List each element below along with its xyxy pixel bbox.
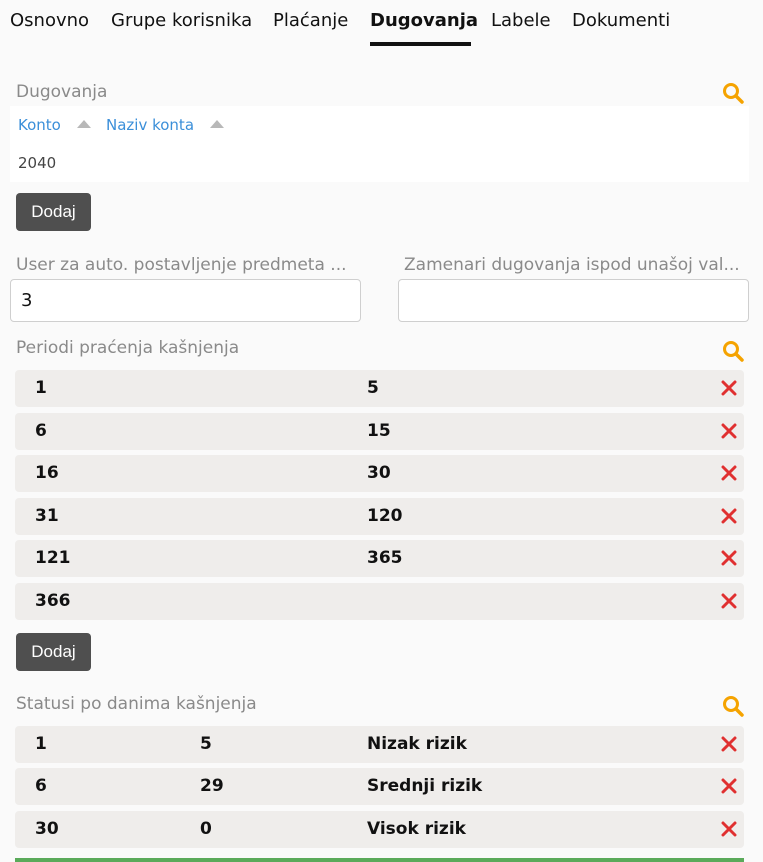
period-to: 15	[367, 421, 391, 441]
close-icon[interactable]	[721, 465, 737, 481]
period-to: 120	[367, 506, 403, 526]
tab-placanje[interactable]: Plaćanje	[273, 10, 348, 31]
sort-up-icon[interactable]	[210, 120, 224, 128]
tab-bar: Osnovno Grupe korisnika Plaćanje Dugovan…	[0, 0, 763, 48]
period-from: 366	[35, 591, 71, 611]
status-label: Visok rizik	[367, 819, 466, 839]
user-field-label: User za auto. postavljenje predmeta ...	[16, 255, 347, 275]
add-dugovanje-button[interactable]: Dodaj	[16, 193, 91, 231]
periodi-title: Periodi praćenja kašnjenja	[16, 338, 240, 358]
table-cell-konto: 2040	[18, 154, 57, 172]
close-icon[interactable]	[721, 736, 737, 752]
close-icon[interactable]	[721, 593, 737, 609]
period-to: 365	[367, 548, 403, 568]
list-item: 6 15	[15, 413, 744, 450]
list-item: 1 5 Nizak rizik	[15, 726, 744, 763]
list-item: 16 30	[15, 455, 744, 492]
status-label: Srednji rizik	[367, 776, 483, 796]
column-header-konto[interactable]: Konto	[18, 116, 61, 134]
tab-dugovanja[interactable]: Dugovanja	[370, 10, 478, 31]
close-icon[interactable]	[721, 508, 737, 524]
dugovanja-title: Dugovanja	[16, 82, 108, 102]
period-from: 121	[35, 548, 71, 568]
tab-grupe-korisnika[interactable]: Grupe korisnika	[111, 10, 252, 31]
column-header-naziv-konta[interactable]: Naziv konta	[106, 116, 194, 134]
search-icon[interactable]	[721, 694, 745, 718]
status-from: 6	[35, 776, 47, 796]
close-icon[interactable]	[721, 423, 737, 439]
close-icon[interactable]	[721, 380, 737, 396]
tab-osnovno[interactable]: Osnovno	[10, 10, 89, 31]
status-to: 5	[200, 734, 212, 754]
list-item: 366	[15, 583, 744, 620]
status-from: 30	[35, 819, 59, 839]
tab-labele[interactable]: Labele	[491, 10, 551, 31]
bottom-divider	[15, 858, 744, 862]
period-from: 1	[35, 378, 47, 398]
zamenari-field-input[interactable]	[398, 279, 749, 322]
close-icon[interactable]	[721, 550, 737, 566]
status-from: 1	[35, 734, 47, 754]
list-item: 121 365	[15, 540, 744, 577]
dugovanja-table: Konto Naziv konta 2040	[10, 106, 749, 182]
status-label: Nizak rizik	[367, 734, 467, 754]
search-icon[interactable]	[721, 339, 745, 363]
period-to: 30	[367, 463, 391, 483]
close-icon[interactable]	[721, 821, 737, 837]
period-to: 5	[367, 378, 379, 398]
close-icon[interactable]	[721, 778, 737, 794]
sort-up-icon[interactable]	[77, 120, 91, 128]
add-period-button[interactable]: Dodaj	[16, 633, 91, 671]
period-from: 6	[35, 421, 47, 441]
list-item: 31 120	[15, 498, 744, 535]
status-to: 0	[200, 819, 212, 839]
list-item: 1 5	[15, 370, 744, 407]
active-tab-indicator	[370, 42, 471, 46]
list-item: 6 29 Srednji rizik	[15, 768, 744, 805]
period-from: 16	[35, 463, 59, 483]
period-from: 31	[35, 506, 59, 526]
user-field-input[interactable]	[10, 279, 361, 322]
list-item: 30 0 Visok rizik	[15, 811, 744, 848]
statusi-title: Statusi po danima kašnjenja	[16, 694, 257, 714]
status-to: 29	[200, 776, 224, 796]
search-icon[interactable]	[721, 81, 745, 105]
zamenari-field-label: Zamenari dugovanja ispod unašoj val...	[404, 255, 740, 275]
tab-dokumenti[interactable]: Dokumenti	[572, 10, 670, 31]
